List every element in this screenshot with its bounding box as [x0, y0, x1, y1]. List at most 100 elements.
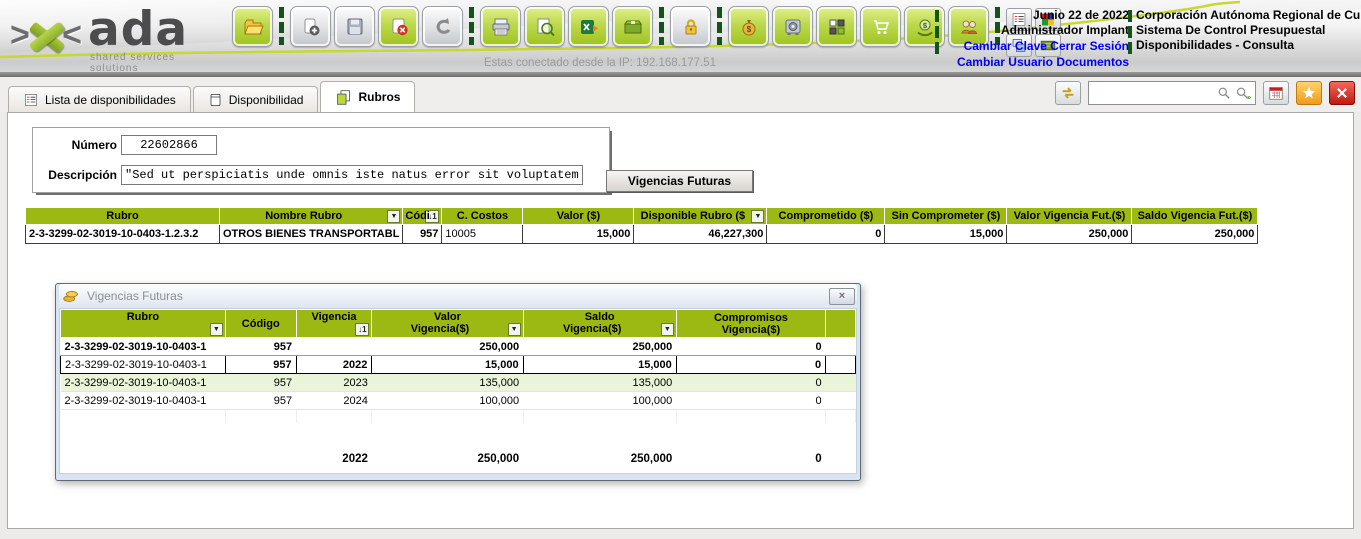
cell-vigencia[interactable]: 2023	[296, 374, 372, 392]
session-block: Junio 22 de 2022 Administrador Implant C…	[957, 8, 1129, 70]
filter-dropdown[interactable]: ▼	[508, 323, 521, 336]
export-excel-button[interactable]	[568, 6, 609, 47]
cell-codigo[interactable]: 957	[225, 338, 296, 356]
ada-logo-mark-icon: > <	[10, 14, 82, 58]
cell-valor-vigencia[interactable]: 135,000	[372, 374, 523, 392]
cell-compromisos[interactable]: 0	[676, 338, 825, 356]
vigencias-futuras-button[interactable]: Vigencias Futuras	[606, 170, 753, 192]
cell-saldo-vigencia-fut[interactable]: 250,000	[1132, 225, 1258, 244]
save-button[interactable]	[334, 6, 375, 47]
cell-c-costos[interactable]: 10005	[442, 225, 523, 244]
vigencias-header-row: Rubro▼ Código Vigencia↓1 Valor▼Vigencia(…	[61, 310, 856, 338]
cell-codigo[interactable]: 957	[225, 356, 296, 374]
delete-record-button[interactable]	[378, 6, 419, 47]
cell-rubro[interactable]: 2-3-3299-02-3019-10-0403-1.2.3.2	[26, 225, 220, 244]
preview-button[interactable]	[524, 6, 565, 47]
open-folder-icon	[242, 16, 264, 38]
cell-vigencia[interactable]: 2022	[296, 356, 372, 374]
lock-button[interactable]	[670, 6, 711, 47]
popup-title-bar[interactable]: Vigencias Futuras ×	[59, 284, 857, 308]
header-nombre-rubro: ▼Nombre Rubro	[220, 208, 403, 225]
cell-rubro[interactable]: 2-3-3299-02-3019-10-0403-1	[61, 392, 226, 410]
undo-icon	[432, 16, 454, 38]
filter-dropdown[interactable]: ▼	[751, 210, 764, 223]
modules-button[interactable]	[816, 6, 857, 47]
header-codigo: Código	[225, 310, 296, 338]
cell-saldo-vigencia[interactable]: 100,000	[523, 392, 676, 410]
cell-saldo-vigencia[interactable]: 15,000	[523, 356, 676, 374]
header-saldo-vigencia-fut: Saldo Vigencia Fut.($)	[1132, 208, 1258, 225]
header-filler	[826, 310, 856, 338]
cell-compromisos[interactable]: 0	[676, 392, 825, 410]
tab-lista-de-disponibilidades[interactable]: Lista de disponibilidades	[8, 86, 191, 112]
cell-codigo[interactable]: 957	[403, 225, 442, 244]
cambiar-clave-link[interactable]: Cambiar Clave	[964, 39, 1047, 53]
table-row[interactable]: 2-3-3299-02-3019-10-0403-1 957 2023 135,…	[61, 374, 856, 392]
table-row-selected[interactable]: 2-3-3299-02-3019-10-0403-1 957 2022 15,0…	[61, 356, 856, 374]
calendar-button[interactable]	[1263, 81, 1289, 105]
sort-indicator[interactable]: ↓1	[355, 323, 369, 336]
cell-valor-vigencia-fut[interactable]: 250,000	[1007, 225, 1132, 244]
documentos-link[interactable]: Documentos	[1056, 55, 1129, 69]
session-user: Administrador Implant	[957, 23, 1129, 38]
magnifier-next-icon[interactable]: »	[1234, 85, 1253, 101]
numero-field[interactable]	[121, 135, 217, 155]
popup-close-button[interactable]: ×	[829, 288, 855, 305]
cell-valor-vigencia[interactable]: 250,000	[372, 338, 523, 356]
cell-valor[interactable]: 15,000	[523, 225, 634, 244]
cell-valor-vigencia[interactable]: 15,000	[372, 356, 523, 374]
header-vigencia: Vigencia↓1	[296, 310, 372, 338]
cell-sin-comprometer[interactable]: 15,000	[885, 225, 1007, 244]
cell-disponible-rubro[interactable]: 46,227,300	[634, 225, 767, 244]
archive-button[interactable]	[612, 6, 653, 47]
cell-vigencia[interactable]: 2024	[296, 392, 372, 410]
tab-disponibilidad[interactable]: Disponibilidad	[193, 86, 319, 112]
logo-chevron-right: <	[62, 16, 82, 55]
tab-rubros[interactable]: Rubros	[320, 81, 415, 112]
cell-comprometido[interactable]: 0	[767, 225, 885, 244]
magnifier-icon[interactable]	[1216, 85, 1232, 101]
cell-codigo[interactable]: 957	[225, 374, 296, 392]
filter-dropdown[interactable]: ▼	[387, 210, 400, 223]
content-panel: Número Descripción Vigencias Futuras Rub…	[7, 112, 1354, 529]
header-rubro: Rubro▼	[61, 310, 226, 338]
cell-compromisos[interactable]: 0	[676, 356, 825, 374]
table-row[interactable]: 2-3-3299-02-3019-10-0403-1.2.3.2 OTROS B…	[26, 225, 1258, 244]
print-icon	[490, 16, 512, 38]
favorites-button[interactable]	[1296, 81, 1322, 105]
form-icon	[208, 92, 223, 108]
svg-text:»: »	[1247, 92, 1251, 101]
cell-vigencia[interactable]	[296, 338, 372, 356]
refresh-button[interactable]	[1055, 81, 1081, 105]
print-button[interactable]	[480, 6, 521, 47]
empty-row	[61, 410, 856, 423]
descripcion-field[interactable]	[121, 165, 583, 185]
cell-saldo-vigencia[interactable]: 250,000	[523, 338, 676, 356]
tab-label: Disponibilidad	[229, 93, 304, 107]
spacer-row	[61, 423, 856, 450]
cell-rubro[interactable]: 2-3-3299-02-3019-10-0403-1	[61, 374, 226, 392]
filter-dropdown[interactable]: ▼	[661, 323, 674, 336]
cell-codigo[interactable]: 957	[225, 392, 296, 410]
lock-icon	[680, 16, 702, 38]
cell-saldo-vigencia[interactable]: 135,000	[523, 374, 676, 392]
money-bag-button[interactable]: $	[728, 6, 769, 47]
undo-button[interactable]	[422, 6, 463, 47]
toolbar-separator	[469, 7, 474, 45]
shopping-cart-button[interactable]	[860, 6, 901, 47]
filter-dropdown[interactable]: ▼	[210, 323, 223, 336]
cerrar-sesion-link[interactable]: Cerrar Sesión	[1050, 39, 1129, 53]
new-record-button[interactable]	[290, 6, 331, 47]
main-table: Rubro ▼Nombre Rubro ↓1Códi C. Costos Val…	[25, 207, 1258, 244]
table-row[interactable]: 2-3-3299-02-3019-10-0403-1 957 2024 100,…	[61, 392, 856, 410]
safe-button[interactable]	[772, 6, 813, 47]
cell-rubro[interactable]: 2-3-3299-02-3019-10-0403-1	[61, 356, 226, 374]
cell-nombre-rubro[interactable]: OTROS BIENES TRANSPORTABL	[220, 225, 403, 244]
cambiar-usuario-link[interactable]: Cambiar Usuario	[957, 55, 1053, 69]
cell-valor-vigencia[interactable]: 100,000	[372, 392, 523, 410]
cell-compromisos[interactable]: 0	[676, 374, 825, 392]
close-app-button[interactable]	[1329, 81, 1355, 105]
open-folder-button[interactable]	[232, 6, 273, 47]
cell-rubro[interactable]: 2-3-3299-02-3019-10-0403-1	[61, 338, 226, 356]
table-row-total[interactable]: 2-3-3299-02-3019-10-0403-1 957 250,000 2…	[61, 338, 856, 356]
